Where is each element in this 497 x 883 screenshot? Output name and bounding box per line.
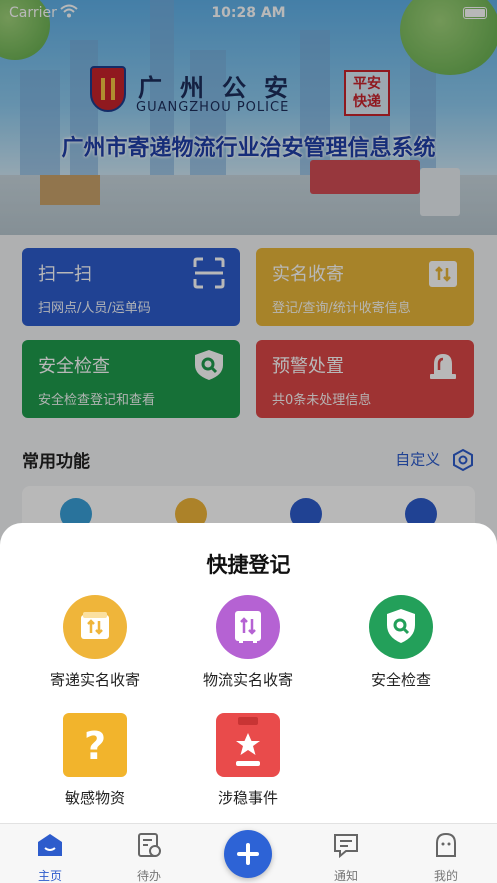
clipboard-star-icon: [216, 713, 280, 777]
quick-item-label: 敏感物资: [64, 789, 125, 807]
quick-item-logistics-real-name[interactable]: 物流实名收寄: [173, 595, 323, 690]
tab-label: 通知: [333, 869, 358, 883]
tab-label: 待办: [136, 869, 161, 883]
quick-item-label: 寄递实名收寄: [49, 671, 140, 689]
quick-item-label: 物流实名收寄: [202, 671, 293, 689]
tab-profile[interactable]: 我的: [416, 832, 476, 883]
svg-text:?: ?: [84, 724, 106, 768]
package-icon: [63, 595, 127, 659]
quick-item-express-real-name[interactable]: 寄递实名收寄: [20, 595, 170, 690]
profile-icon: [436, 832, 456, 857]
todo-icon: [138, 833, 161, 857]
tab-label: 主页: [37, 869, 62, 883]
quick-item-sensitive-materials[interactable]: ? 敏感物资: [20, 713, 170, 808]
question-box-icon: ?: [63, 713, 127, 777]
quick-register-sheet: 快捷登记 寄递实名收寄 物流实名收寄 安全检查 ? 敏感物资 涉稳事件: [0, 523, 497, 823]
shield-search-icon: [369, 595, 433, 659]
cargo-icon: [216, 595, 280, 659]
home-icon: [38, 834, 62, 856]
sheet-title: 快捷登记: [206, 553, 291, 577]
quick-item-stability-event[interactable]: 涉稳事件: [173, 713, 323, 808]
tab-home[interactable]: 主页: [20, 832, 80, 883]
message-icon: [334, 834, 358, 859]
add-button[interactable]: [224, 830, 272, 878]
tab-label: 我的: [433, 869, 458, 883]
quick-item-security-check[interactable]: 安全检查: [326, 595, 476, 690]
quick-item-label: 涉稳事件: [217, 789, 278, 807]
tab-notifications[interactable]: 通知: [316, 832, 376, 883]
quick-item-label: 安全检查: [370, 671, 431, 689]
tab-todo[interactable]: 待办: [119, 832, 179, 883]
